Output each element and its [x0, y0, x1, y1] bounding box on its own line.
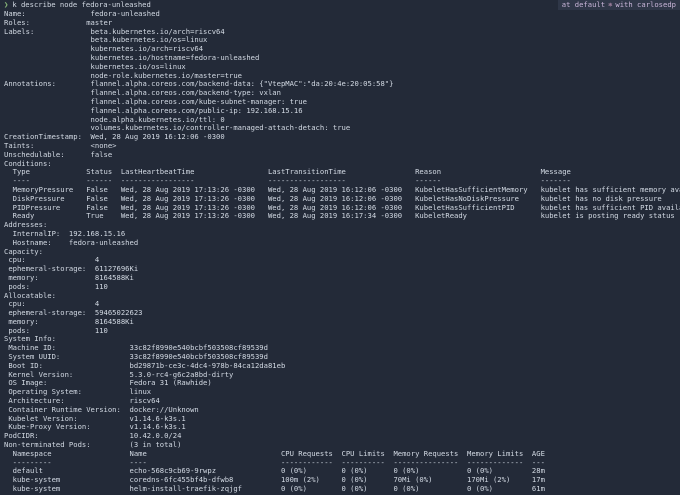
output-line: kube-system helm-install-traefik-zqjgf 0… [4, 484, 545, 494]
output-line: Ready True Wed, 28 Aug 2019 17:13:26 -03… [4, 211, 675, 221]
output-line: Allocatable: [4, 290, 56, 300]
prompt-symbol: ❯ [4, 0, 9, 9]
output-line: Unschedulable: false [4, 149, 113, 159]
status-user: with carlosedp [615, 0, 676, 9]
output-line: Hostname: fedora-unleashed [4, 237, 139, 247]
output-line: pods: 110 [4, 281, 108, 291]
command-text: k describe node fedora-unleashed [12, 0, 151, 9]
terminal-window[interactable]: ❯ k describe node fedora-unleashed at de… [0, 0, 680, 495]
k8s-icon: ⎈ [608, 0, 613, 9]
prompt-line: ❯ k describe node fedora-unleashed at de… [0, 0, 680, 10]
status-context: at default [561, 0, 606, 9]
prompt-status: at default ⎈ with carlosedp [557, 0, 680, 10]
output-line: pods: 110 [4, 325, 108, 335]
output-line: Capacity: [4, 246, 43, 256]
command-output: Name: fedora-unleashed Roles: master Label… [0, 9, 680, 494]
